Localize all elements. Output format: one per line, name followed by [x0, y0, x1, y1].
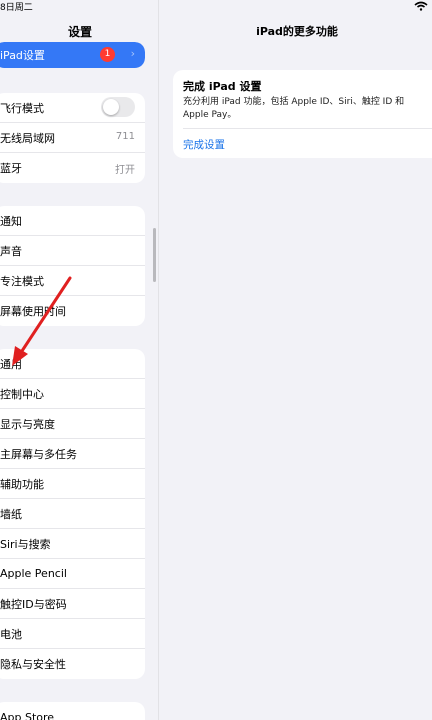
- sidebar-item-label: 主屏幕与多任务: [0, 447, 77, 461]
- card-description: 充分利用 iPad 功能，包括 Apple ID、Siri、触控 ID 和 Ap…: [183, 97, 405, 120]
- sidebar-item-apple-pencil[interactable]: Apple Pencil: [0, 559, 145, 589]
- sidebar-item-label: 辅助功能: [0, 477, 44, 491]
- notification-badge: 1: [100, 47, 115, 62]
- card-title: 完成 iPad 设置: [183, 80, 262, 93]
- settings-sidebar: 设置 iPad设置 1 › 飞行模式 无线局域网 711 蓝牙 打开 通知 声音…: [0, 0, 158, 720]
- sidebar-item-label: 通知: [0, 214, 22, 228]
- sidebar-item-label: 飞行模式: [0, 101, 44, 115]
- sidebar-item-wallpaper[interactable]: 墙纸: [0, 499, 145, 529]
- bluetooth-value: 打开: [115, 165, 135, 176]
- sidebar-item-ipad-setup[interactable]: iPad设置 1 ›: [0, 42, 145, 68]
- sidebar-item-label: 显示与亮度: [0, 417, 55, 431]
- sidebar-item-control-center[interactable]: 控制中心: [0, 379, 145, 409]
- wifi-icon: [414, 1, 428, 11]
- split-divider: [158, 0, 159, 720]
- toggle-knob: [103, 99, 119, 115]
- sidebar-item-sounds[interactable]: 声音: [0, 236, 145, 266]
- sidebar-item-label: App Store: [0, 710, 55, 720]
- sidebar-item-label: Siri与搜索: [0, 537, 51, 551]
- sidebar-item-airplane-mode[interactable]: 飞行模式: [0, 93, 145, 123]
- sidebar-item-bluetooth[interactable]: 蓝牙 打开: [0, 153, 145, 183]
- sidebar-item-siri-search[interactable]: Siri与搜索: [0, 529, 145, 559]
- airplane-mode-toggle[interactable]: [101, 97, 135, 117]
- sidebar-item-general[interactable]: 通用: [0, 349, 145, 379]
- sidebar-item-privacy-security[interactable]: 隐私与安全性: [0, 649, 145, 679]
- sidebar-item-label: 屏幕使用时间: [0, 305, 66, 318]
- sidebar-item-label: 无线局域网: [0, 131, 55, 145]
- sidebar-item-label: 隐私与安全性: [0, 658, 66, 671]
- sidebar-item-battery[interactable]: 电池: [0, 619, 145, 649]
- sidebar-item-accessibility[interactable]: 辅助功能: [0, 469, 145, 499]
- sidebar-item-label: 通用: [0, 357, 22, 371]
- sidebar-item-focus[interactable]: 专注模式: [0, 266, 145, 296]
- sidebar-item-display-brightness[interactable]: 显示与亮度: [0, 409, 145, 439]
- sidebar-item-notifications[interactable]: 通知: [0, 206, 145, 236]
- chevron-right-icon: ›: [130, 47, 135, 60]
- sidebar-scrollbar[interactable]: [153, 228, 156, 282]
- sidebar-item-wifi[interactable]: 无线局域网 711: [0, 123, 145, 153]
- sidebar-title: 设置: [67, 25, 92, 39]
- sidebar-item-label: 墙纸: [0, 507, 22, 521]
- sidebar-item-label: Apple Pencil: [0, 567, 67, 580]
- sidebar-item-label: 专注模式: [0, 274, 44, 288]
- panel-title: iPad的更多功能: [256, 25, 338, 38]
- card-divider: [183, 128, 432, 129]
- sidebar-item-label: 控制中心: [0, 387, 44, 401]
- sidebar-item-label: 蓝牙: [0, 162, 22, 175]
- sidebar-item-touch-id-passcode[interactable]: 触控ID与密码: [0, 589, 145, 619]
- wifi-network-value: 711: [115, 131, 135, 142]
- sidebar-item-home-screen-multitasking[interactable]: 主屏幕与多任务: [0, 439, 145, 469]
- sidebar-item-app-store[interactable]: App Store: [0, 702, 145, 720]
- sidebar-item-label: 电池: [0, 627, 22, 641]
- sidebar-item-label: 触控ID与密码: [0, 597, 67, 611]
- sidebar-item-screen-time[interactable]: 屏幕使用时间: [0, 296, 145, 326]
- setup-card: 完成 iPad 设置 充分利用 iPad 功能，包括 Apple ID、Siri…: [173, 70, 432, 158]
- sidebar-item-label: 声音: [0, 244, 22, 258]
- sidebar-item-label: iPad设置: [0, 49, 45, 62]
- finish-setup-link[interactable]: 完成设置: [183, 137, 225, 152]
